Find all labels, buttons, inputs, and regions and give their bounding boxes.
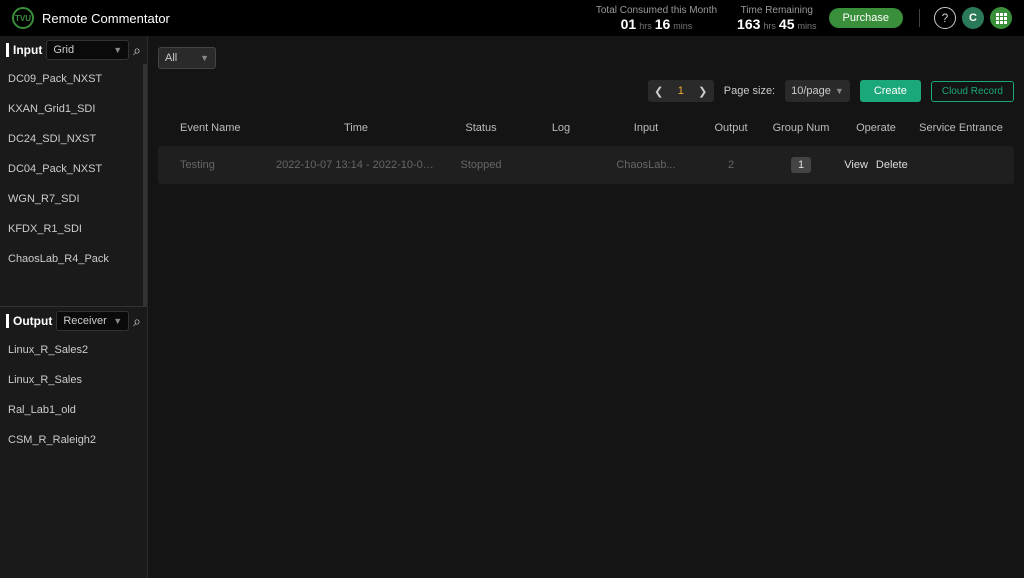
table-cell: ChaosLab... (596, 159, 696, 171)
output-label: Output (13, 314, 52, 328)
sidebar-input-item[interactable]: DC24_SDI_NXST (0, 124, 143, 154)
hrs-unit: hrs (639, 21, 652, 31)
table-cell: 2022-10-07 13:14 - 2022-10-07 13:25 (276, 159, 436, 171)
chevron-down-icon: ▼ (835, 86, 844, 96)
table-row[interactable]: Testing2022-10-07 13:14 - 2022-10-07 13:… (158, 146, 1014, 184)
stat-remaining-hours: 163 (737, 16, 760, 32)
user-avatar[interactable]: C (962, 7, 984, 29)
table-header: Event NameTimeStatusLogInputOutputGroup … (158, 110, 1014, 146)
sidebar-input-item[interactable]: KXAN_Grid1_SDI (0, 94, 143, 124)
table-column-header: Output (696, 122, 766, 134)
sidebar-input-item[interactable]: DC04_Pack_NXST (0, 154, 143, 184)
sidebar-output-item[interactable]: Linux_R_Sales (0, 365, 147, 395)
sidebar: Input Grid ▼ ⌕ DC09_Pack_NXSTKXAN_Grid1_… (0, 36, 148, 578)
group-num-badge: 1 (791, 157, 811, 173)
purchase-button[interactable]: Purchase (829, 8, 903, 28)
page-next-button[interactable]: ❯ (692, 80, 714, 102)
mins-unit: mins (798, 21, 817, 31)
input-type-value: Grid (53, 44, 74, 56)
output-type-value: Receiver (63, 315, 106, 327)
sidebar-output-item[interactable]: Linux_R_Sales2 (0, 335, 147, 365)
input-type-select[interactable]: Grid ▼ (46, 40, 129, 60)
table-cell: 2 (696, 159, 766, 171)
sidebar-output-item[interactable]: Ral_Lab1_old (0, 395, 147, 425)
table-column-header: Operate (836, 122, 916, 134)
table-column-header: Group Num (766, 122, 836, 134)
stat-remaining-label: Time Remaining (737, 5, 816, 16)
table-cell: Testing (166, 159, 276, 171)
stat-remaining-mins: 45 (779, 16, 795, 32)
cloud-record-button[interactable]: Cloud Record (931, 81, 1014, 102)
table-column-header: Time (276, 122, 436, 134)
section-marker (6, 43, 9, 57)
stat-consumed-hours: 01 (621, 16, 637, 32)
help-icon[interactable]: ? (934, 7, 956, 29)
page-prev-button[interactable]: ❮ (648, 80, 670, 102)
table-column-header: Event Name (166, 122, 276, 134)
sidebar-input-item[interactable]: KFDX_R1_SDI (0, 214, 143, 244)
stat-consumed-label: Total Consumed this Month (596, 5, 717, 16)
table-column-header: Status (436, 122, 526, 134)
apps-grid-icon[interactable] (990, 7, 1012, 29)
app-title: Remote Commentator (42, 11, 170, 26)
output-type-select[interactable]: Receiver ▼ (56, 311, 129, 331)
sidebar-input-item[interactable]: DC09_Pack_NXST (0, 64, 143, 94)
group-num-cell: 1 (766, 157, 836, 173)
view-link[interactable]: View (844, 159, 868, 171)
stat-remaining: Time Remaining 163 hrs 45 mins (737, 5, 816, 32)
pagesize-value: 10/page (791, 85, 831, 97)
sidebar-input-item[interactable]: WGN_R7_SDI (0, 184, 143, 214)
stat-consumed: Total Consumed this Month 01 hrs 16 mins (596, 5, 717, 32)
sidebar-input-item[interactable]: ChaosLab_R4_Pack (0, 244, 143, 274)
mins-unit: mins (673, 21, 692, 31)
hrs-unit: hrs (763, 21, 776, 31)
pagination: ❮ 1 ❯ (648, 80, 714, 102)
table-column-header: Input (596, 122, 696, 134)
chevron-down-icon: ▼ (113, 316, 122, 326)
delete-link[interactable]: Delete (876, 159, 908, 171)
input-list[interactable]: DC09_Pack_NXSTKXAN_Grid1_SDIDC24_SDI_NXS… (0, 64, 147, 306)
toolbar: All ▼ (158, 44, 1014, 72)
app-header: TVU Remote Commentator Total Consumed th… (0, 0, 1024, 36)
filter-select[interactable]: All ▼ (158, 47, 216, 69)
sidebar-output-item[interactable]: CSM_R_Raleigh2 (0, 425, 147, 455)
create-button[interactable]: Create (860, 80, 921, 102)
search-icon[interactable]: ⌕ (133, 42, 141, 59)
page-current: 1 (670, 85, 692, 97)
operate-cell: View Delete (836, 159, 916, 171)
chevron-down-icon: ▼ (200, 53, 209, 63)
pagesize-label: Page size: (724, 85, 775, 97)
events-table: Event NameTimeStatusLogInputOutputGroup … (158, 110, 1014, 184)
sidebar-output-section: Output Receiver ▼ ⌕ Linux_R_Sales2Linux_… (0, 306, 147, 578)
filter-value: All (165, 52, 177, 64)
output-list[interactable]: Linux_R_Sales2Linux_R_SalesRal_Lab1_oldC… (0, 335, 147, 578)
table-cell: Stopped (436, 159, 526, 171)
sidebar-input-section: Input Grid ▼ ⌕ DC09_Pack_NXSTKXAN_Grid1_… (0, 36, 147, 306)
table-column-header: Log (526, 122, 596, 134)
chevron-down-icon: ▼ (113, 45, 122, 55)
main-content: All ▼ ❮ 1 ❯ Page size: 10/page ▼ Create … (148, 36, 1024, 578)
section-marker (6, 314, 9, 328)
stat-consumed-mins: 16 (655, 16, 671, 32)
usage-stats: Total Consumed this Month 01 hrs 16 mins… (596, 5, 817, 32)
search-icon[interactable]: ⌕ (133, 313, 141, 330)
pagesize-select[interactable]: 10/page ▼ (785, 80, 850, 102)
input-label: Input (13, 43, 42, 57)
logo: TVU (12, 7, 34, 29)
table-column-header: Service Entrance (916, 122, 1006, 134)
divider (919, 9, 920, 27)
